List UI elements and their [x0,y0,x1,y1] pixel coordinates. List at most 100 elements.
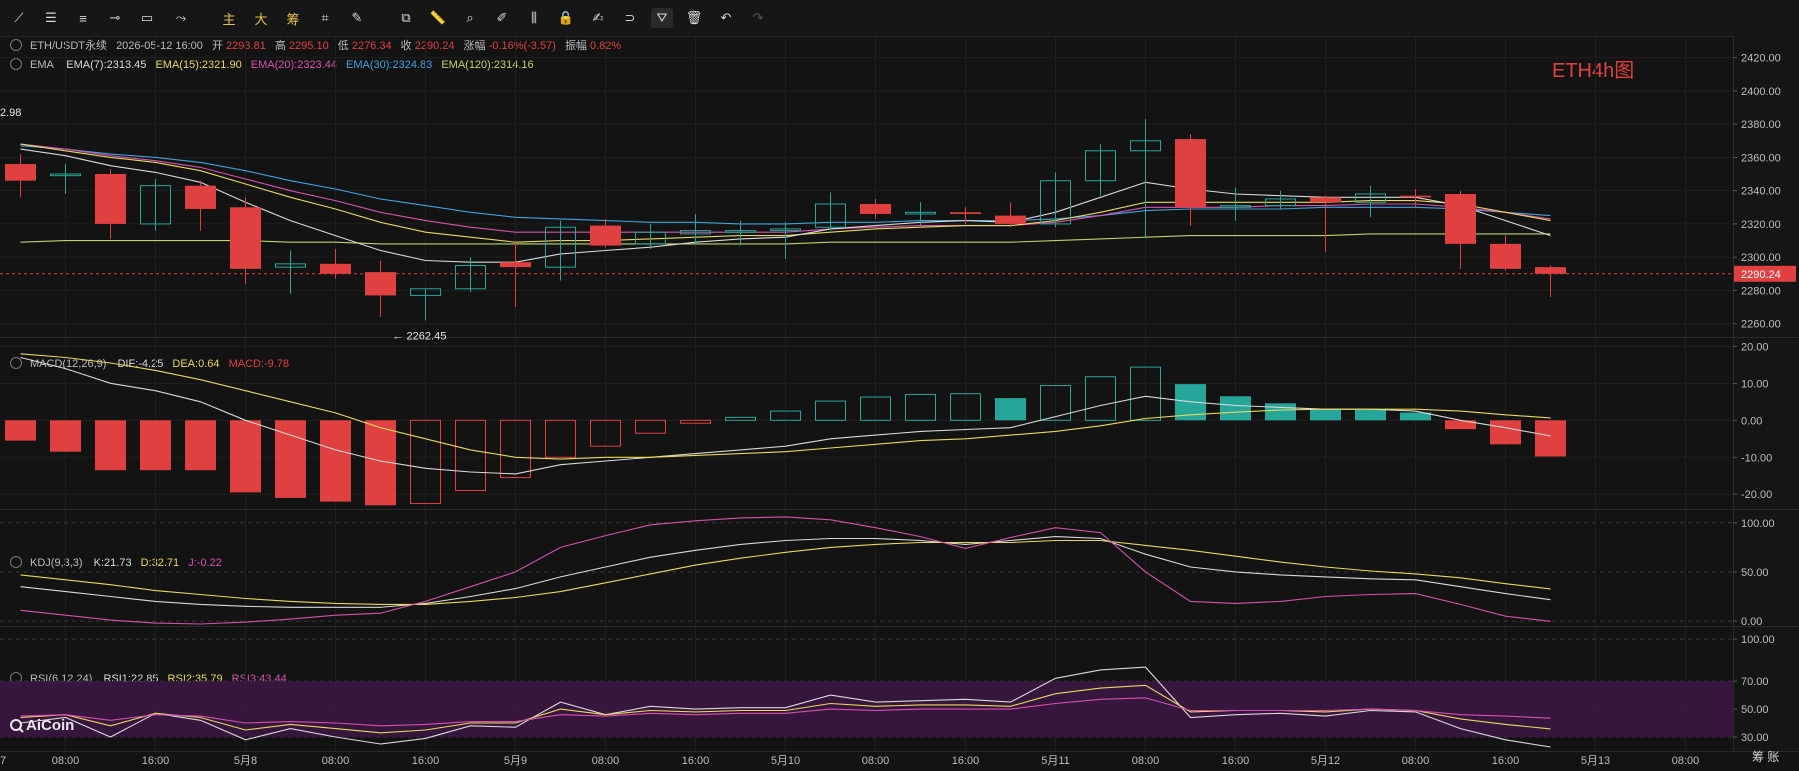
change-value: -0.16%(-3.57) [489,40,556,52]
filter-icon[interactable]: ⛛ [651,8,673,28]
draw-tools-icon[interactable]: ⌗ [314,8,336,28]
y-tick-label: 70.00 [1741,676,1769,688]
lock-icon[interactable]: 🔒 [555,8,577,28]
x-tick-label: 08:00 [322,755,350,767]
macd-bar [230,420,261,493]
x-tick-label: 5月11 [1041,755,1070,767]
macd-bar [95,420,126,471]
macd-bar [1535,420,1566,457]
macd-legend: MACD(12,26,9) DIF:-4.25 DEA:0.64 MACD:-9… [10,357,289,370]
y-tick-label: 2420.00 [1741,53,1781,65]
parallel-lines-icon[interactable]: ☰ [40,8,62,28]
ema7-value: EMA(7):2313.45 [66,59,146,71]
horizontal-lines-icon[interactable]: ≡ [72,8,94,28]
drawing-toolbar: ⟋ ☰ ≡ ⊸ ▭ ⤳ 主大筹 ⌗ ✎ ⧉ 📏 ⌕ ✐ ⫼ 🔒 ✍ ⊃ ⛛ 🗑 ↶ ↷ [0,0,1799,37]
axis-layer: 2420.00 2400.00 2380.00 2360.00 2340.00 2320.… [0,53,1796,767]
candle-body [1310,197,1341,203]
y-tick-label: 20.00 [1741,341,1769,353]
trendline-icon[interactable]: ⟋ [8,8,30,28]
main-chart-button[interactable]: 主 [218,8,240,28]
candle-body [185,185,216,209]
symbol-label: ETH/USDT永续 [30,38,107,52]
price-legend: ETH/USDT永续 2026-05-12 16:00 开 2293.81 高 … [10,38,621,52]
redo-icon[interactable]: ↷ [747,8,769,28]
svg-text:MACD(12,26,9) DIF:-4.25: MACD(12,26,9) DIF:-4.25 DEA:0.64 MACD:-9… [30,358,289,370]
ema15-value: EMA(15):2321.90 [155,59,241,71]
y-tick-label: 50.00 [1741,567,1769,579]
path-icon[interactable]: ⤳ [170,8,192,28]
undo-icon[interactable]: ↶ [715,8,737,28]
x-tick-label: 08:00 [1402,755,1430,767]
pen-icon[interactable]: ✐ [491,8,513,28]
grid-layer [0,36,1799,752]
candle-body [950,212,981,214]
magnet-icon[interactable]: ⊃ [619,8,641,28]
chart-canvas: ETH/USDT永续 2026-05-12 16:00 开 2293.81 高 … [0,36,1799,767]
y-tick-label: 2340.00 [1741,186,1781,198]
zoom-icon[interactable]: ⌕ [459,8,481,28]
y-tick-label: 2300.00 [1741,252,1781,264]
macd-bar [185,420,216,471]
macd-bar [725,416,756,421]
logo-text: AiCoin [26,717,74,734]
y-tick-label: 2360.00 [1741,152,1781,164]
macd-bar [995,398,1026,421]
candle-body [1400,195,1431,198]
dea-value: DEA:0.64 [172,358,219,370]
candle-body [5,164,36,181]
y-tick-label: 2260.00 [1741,319,1781,331]
candle-body [365,272,396,296]
x-tick-label: 5月9 [504,755,527,767]
macd-bar [455,419,486,492]
candle-body [1175,139,1206,208]
d-value: D:32.71 [141,557,180,569]
ema120-value: EMA(120):2314.16 [441,59,533,71]
svg-text:EMA EMA(7):2313.45: EMA EMA(7):2313.45 EMA(15):2321.90 EMA(2… [30,59,534,71]
x-tick-label: 08:00 [862,755,890,767]
macd-bar [140,420,171,471]
macd-value: MACD:-9.78 [229,358,290,370]
big-button[interactable]: 大 [250,8,272,28]
x-tick-label: 5月8 [234,755,257,767]
y-tick-label: -10.00 [1741,452,1772,464]
k-value: K:21.73 [94,557,132,569]
chip-button[interactable]: 筹 [282,8,304,28]
macd-bar [1355,409,1386,421]
y-tick-label: 10.00 [1741,378,1769,390]
last-price-tag: 2290.24 [1741,269,1781,281]
ruler-icon[interactable]: 📏 [427,8,449,28]
measure-icon[interactable]: ⧉ [395,8,417,28]
candle-body [500,262,531,268]
datetime-label: 2026-05-12 16:00 [116,40,203,52]
plot-layer: ← 2262.45 [0,119,1733,748]
svg-text:KDJ(9,3,3) K:21.73: KDJ(9,3,3) K:21.73 D:32.71 J:-0.22 [30,557,222,569]
horizontal-ray-icon[interactable]: ⊸ [104,8,126,28]
candle-body [1535,267,1566,274]
x-tick-label: 16:00 [682,755,710,767]
x-tick-label: 08:00 [52,755,80,767]
edit-note-icon[interactable]: ✍ [587,8,609,28]
y-tick-label: 100.00 [1741,634,1775,646]
candle-body [230,207,261,269]
macd-bar [5,420,36,441]
chart-label: ETH4h图 [1552,60,1634,82]
x-tick-label: 16:00 [412,755,440,767]
candle-pattern-icon[interactable]: ⫼ [523,8,545,28]
candle-body [1490,243,1521,269]
candle-body [860,203,891,214]
candle-body [95,174,126,224]
close-value: 2290.24 [415,40,455,52]
candle-body [995,215,1026,224]
j-value: J:-0.22 [188,557,222,569]
x-tick-label: 16:00 [1492,755,1520,767]
x-tick-label: 5月13 [1581,755,1610,767]
trash-icon[interactable]: 🗑 [683,8,705,28]
x-tick-label: 16:00 [1222,755,1250,767]
ema-legend: EMA EMA(7):2313.45 EMA(15):2321.90 EMA(2… [10,58,534,71]
left-edge-value: 2.98 [0,107,21,119]
rectangle-icon[interactable]: ▭ [136,8,158,28]
macd-bar [1310,408,1341,421]
x-tick-label: 08:00 [1132,755,1160,767]
y-tick-label: 0.00 [1741,415,1762,427]
brush-icon[interactable]: ✎ [346,8,368,28]
